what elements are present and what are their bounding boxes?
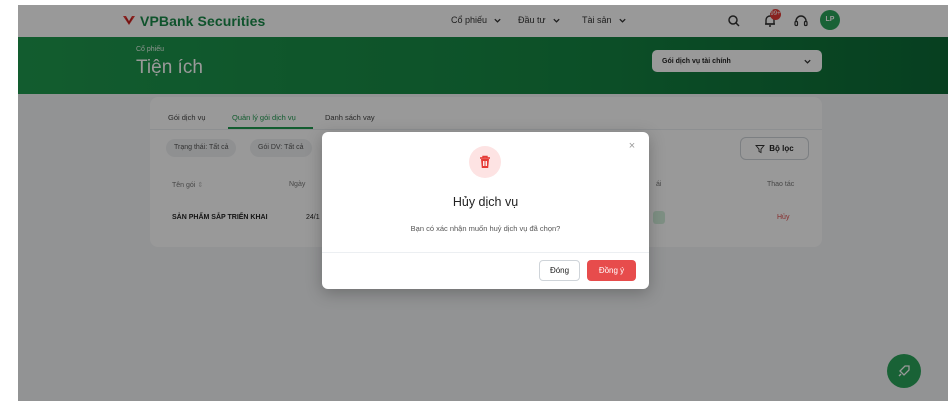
cancel-service-dialog: × Hủy dịch vụ Bạn có xác nhận muốn huỷ d…	[322, 132, 649, 289]
trash-icon-badge	[469, 146, 501, 178]
trash-icon	[480, 155, 490, 168]
app-window: VPBank Securities Cổ phiếu Đầu tư Tài sả…	[18, 5, 948, 401]
close-button[interactable]: Đóng	[539, 260, 580, 281]
dialog-message: Bạn có xác nhận muốn huỷ dịch vụ đã chọn…	[410, 224, 561, 233]
dialog-title: Hủy dịch vụ	[452, 195, 519, 209]
divider	[322, 252, 649, 253]
confirm-button[interactable]: Đồng ý	[587, 260, 636, 281]
close-icon[interactable]: ×	[627, 141, 637, 152]
